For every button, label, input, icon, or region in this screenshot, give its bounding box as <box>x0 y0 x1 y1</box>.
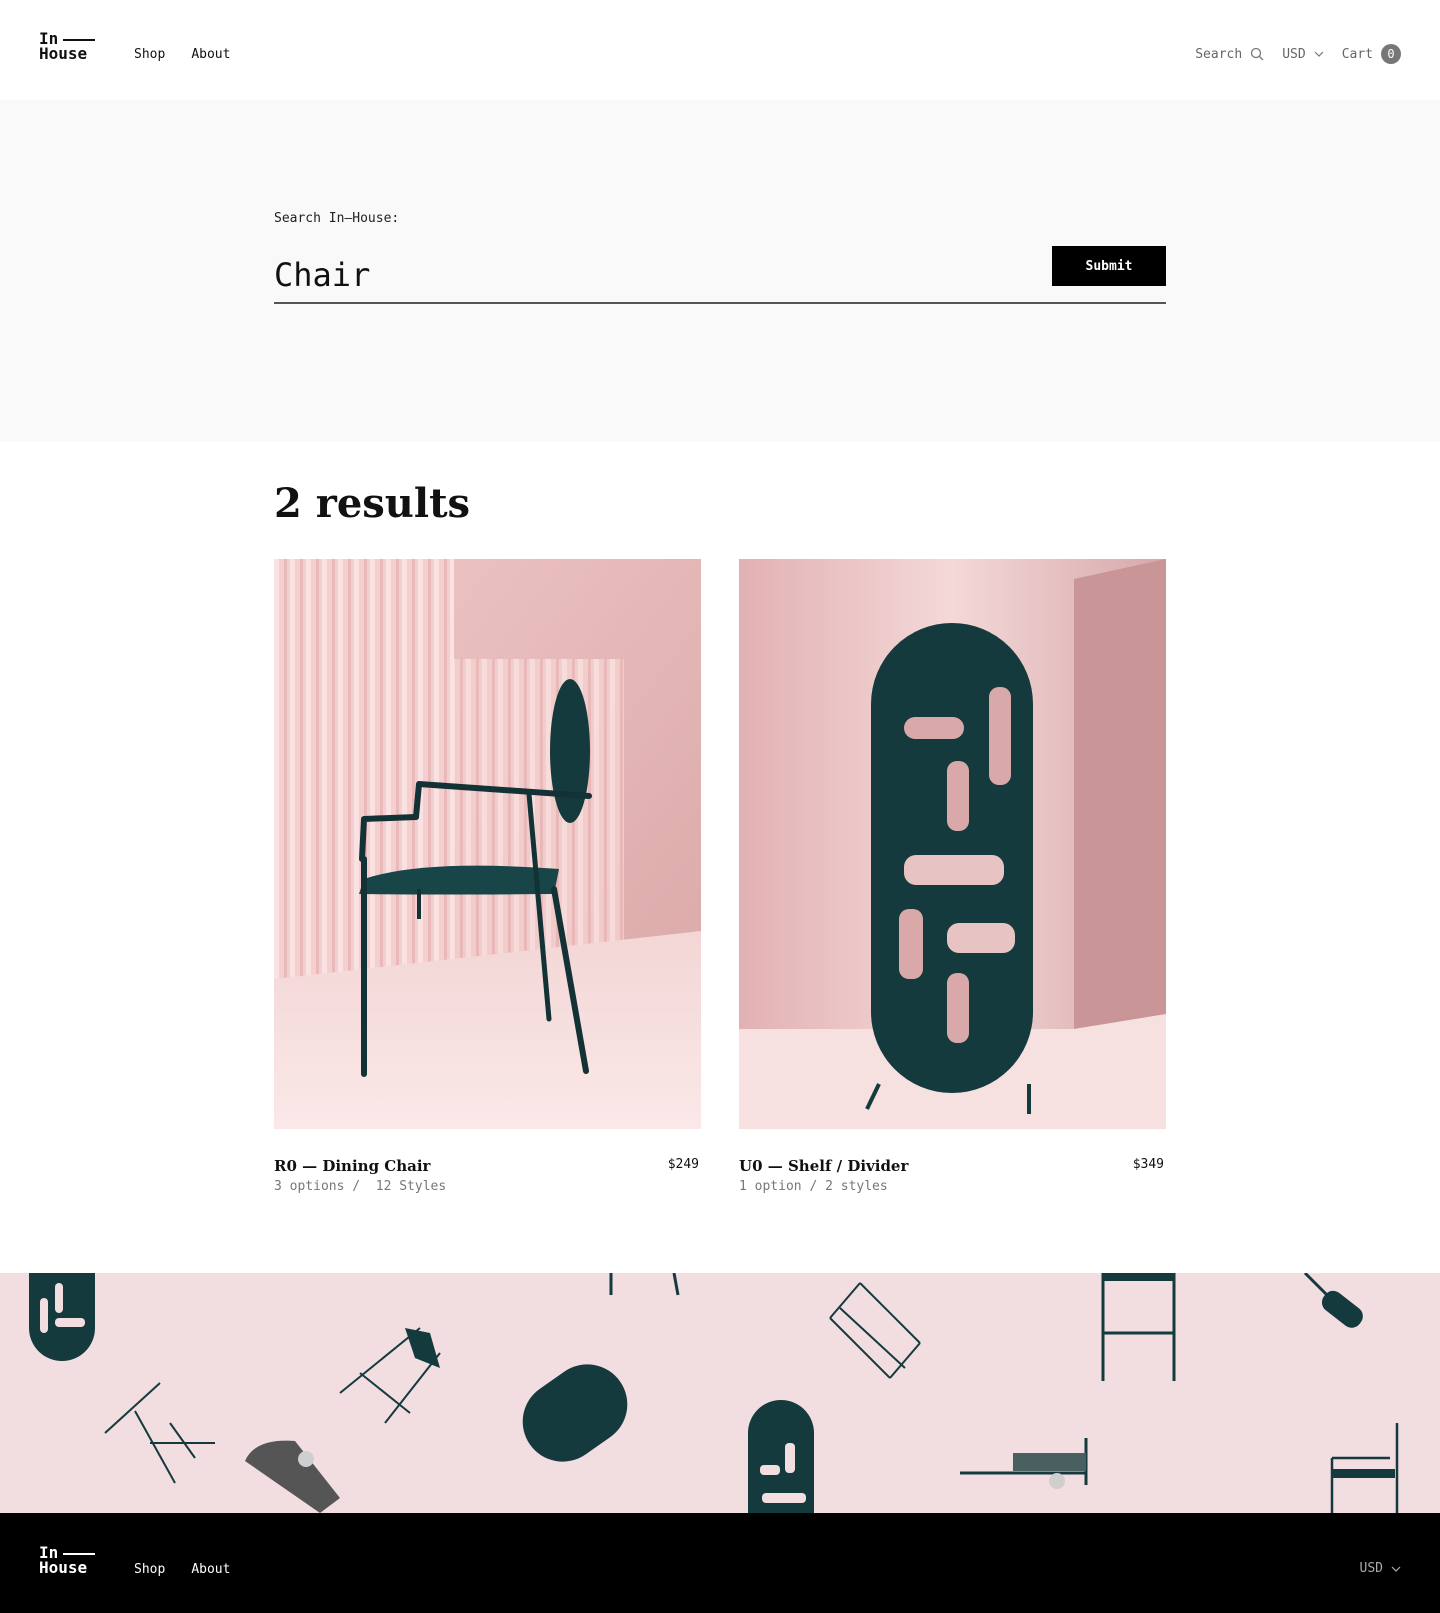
brand-line-2: House <box>39 1558 88 1577</box>
search-section: Search In—House: Submit <box>0 100 1440 442</box>
submit-button[interactable]: Submit <box>1052 246 1166 286</box>
shelf-divider-photo <box>739 559 1166 1129</box>
furniture-illustrations <box>29 1273 1399 1513</box>
footer-about-link[interactable]: About <box>191 1562 230 1577</box>
cart-count-badge: 0 <box>1381 44 1401 64</box>
search-field-label: Search In—House: <box>274 211 400 226</box>
search-icon <box>1251 47 1264 61</box>
footer-nav: Shop About <box>134 1562 230 1577</box>
brand-logo[interactable]: In House <box>39 31 97 65</box>
furniture-pattern-banner <box>0 1273 1440 1513</box>
product-price: $249 <box>667 1157 699 1172</box>
header-search-label: Search <box>1195 46 1243 62</box>
product-meta: R0 — Dining Chair $249 3 options / 12 St… <box>274 1129 701 1194</box>
product-name[interactable]: U0 — Shelf / Divider <box>739 1157 908 1175</box>
chevron-down-icon <box>1314 51 1324 57</box>
dining-chair-photo <box>274 559 701 1129</box>
header-utilities: Search USD Cart 0 <box>1195 44 1401 64</box>
currency-label: USD <box>1282 46 1306 62</box>
nav-about-link[interactable]: About <box>191 47 230 62</box>
cart-link[interactable]: Cart 0 <box>1342 44 1401 64</box>
footer-currency-select[interactable]: USD <box>1360 1561 1401 1576</box>
product-options: 1 option / 2 styles <box>739 1179 888 1194</box>
footer-brand-logo[interactable]: In House <box>39 1545 97 1579</box>
site-footer: In House Shop About USD <box>0 1513 1440 1613</box>
product-image-chair[interactable] <box>274 559 701 1129</box>
brand-dash <box>63 39 95 41</box>
product-image-shelf[interactable] <box>739 559 1166 1129</box>
site-header: In House Shop About Search USD Cart 0 <box>0 0 1440 100</box>
brand-line-2: House <box>39 44 88 63</box>
currency-select[interactable]: USD <box>1282 46 1324 62</box>
search-form: Submit <box>274 246 1166 304</box>
search-input[interactable] <box>274 246 1014 300</box>
product-meta: U0 — Shelf / Divider $349 1 option / 2 s… <box>739 1129 1166 1194</box>
results-heading: 2 results <box>274 480 471 527</box>
product-name[interactable]: R0 — Dining Chair <box>274 1157 430 1175</box>
brand-dash <box>63 1553 95 1555</box>
cart-label: Cart <box>1341 46 1373 62</box>
header-search-link[interactable]: Search <box>1195 47 1264 62</box>
product-card-shelf[interactable]: U0 — Shelf / Divider $349 1 option / 2 s… <box>739 559 1166 1194</box>
product-card-chair[interactable]: R0 — Dining Chair $249 3 options / 12 St… <box>274 559 701 1194</box>
footer-currency-label: USD <box>1359 1561 1383 1576</box>
main-nav: Shop About <box>134 47 230 62</box>
product-options: 3 options / 12 Styles <box>274 1179 447 1194</box>
footer-shop-link[interactable]: Shop <box>134 1562 165 1577</box>
product-price: $349 <box>1132 1157 1164 1172</box>
chevron-down-icon <box>1391 1566 1401 1572</box>
nav-shop-link[interactable]: Shop <box>134 47 165 62</box>
